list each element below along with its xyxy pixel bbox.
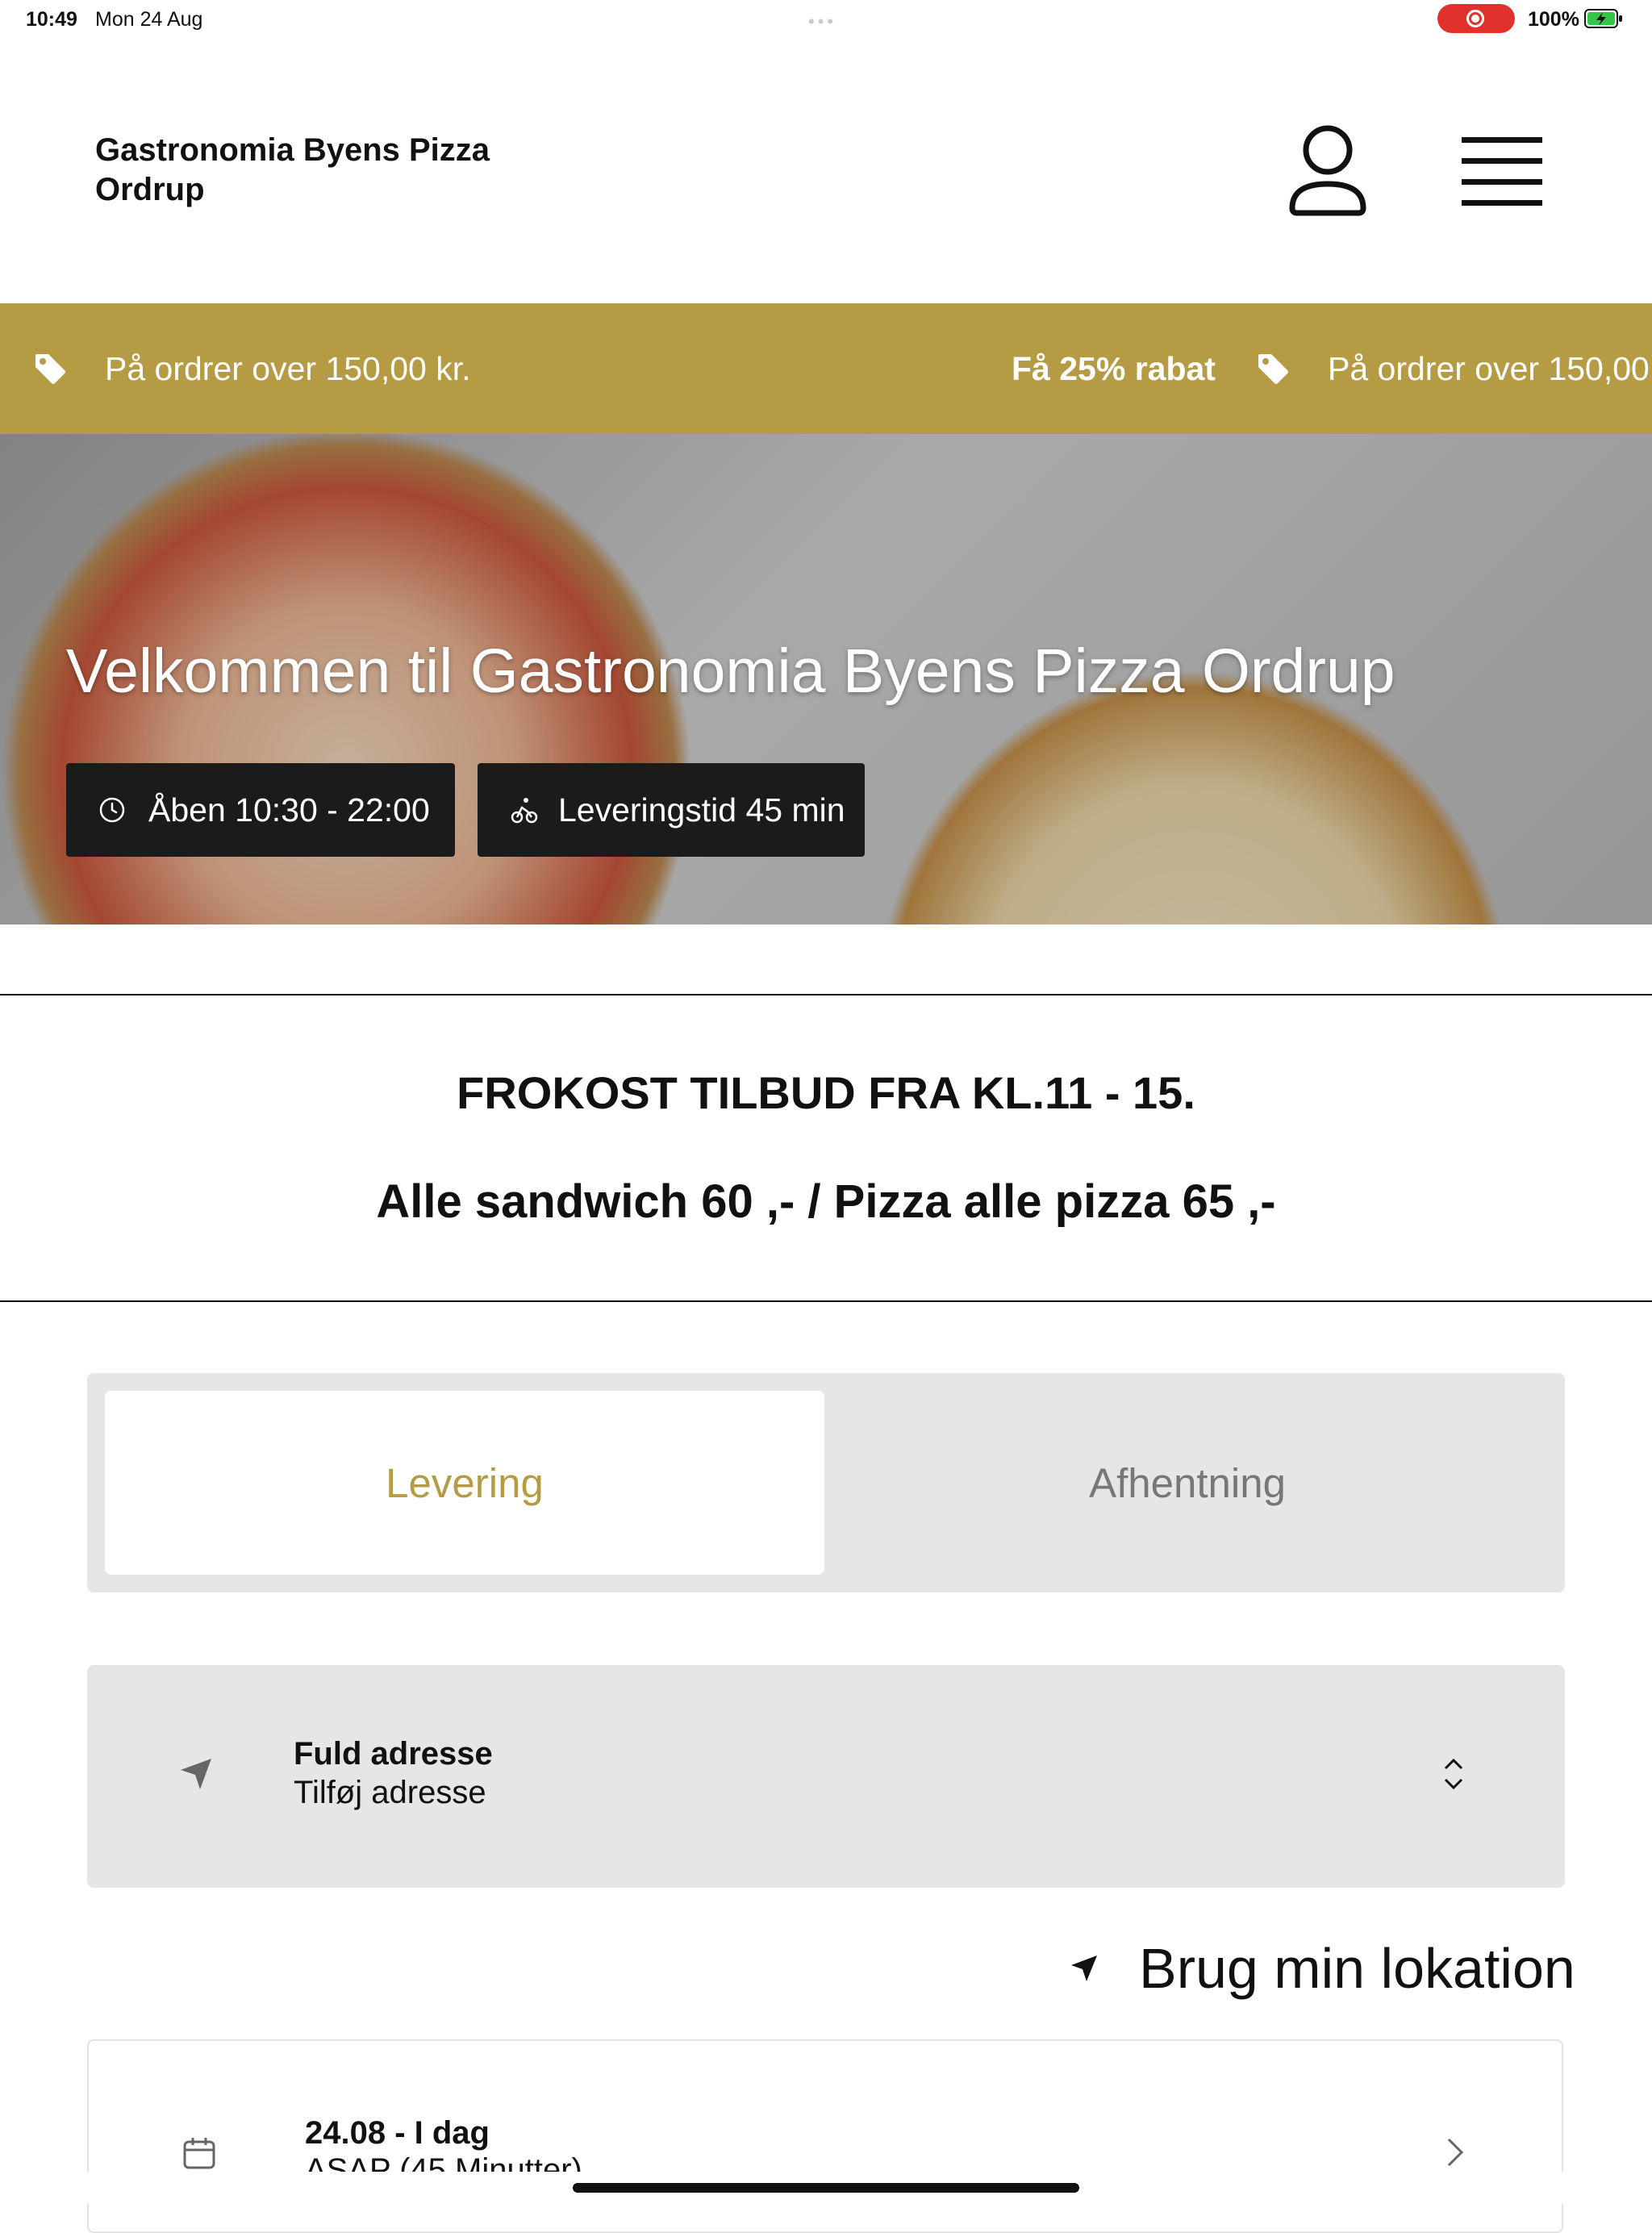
use-my-location-label: Brug min lokation <box>1139 1937 1575 2000</box>
promo-item: På ordrer over 150,00 kr. <box>1255 303 1652 434</box>
home-indicator[interactable] <box>573 2183 1079 2193</box>
battery-charging-icon <box>1584 9 1622 28</box>
hero-banner: Velkommen til Gastronomia Byens Pizza Or… <box>0 434 1652 925</box>
address-label: Fuld adresse <box>294 1736 493 1772</box>
tag-icon <box>1258 354 1288 384</box>
status-time: 10:49 <box>26 8 77 31</box>
order-type-toggle: Levering Afhentning <box>87 1373 1565 1592</box>
status-date: Mon 24 Aug <box>95 8 203 31</box>
address-field[interactable]: Fuld adresse Tilføj adresse <box>87 1665 1565 1888</box>
promo-highlight: Få 25% rabat <box>1012 349 1216 387</box>
address-placeholder: Tilføj adresse <box>294 1775 486 1810</box>
clock-icon <box>99 797 125 823</box>
selected-date: 24.08 - I dag <box>305 2115 490 2151</box>
tab-delivery[interactable]: Levering <box>105 1391 824 1575</box>
opening-hours-chip: Åben 10:30 - 22:00 <box>66 763 455 857</box>
lunch-offer-title: FROKOST TILBUD FRA KL.11 - 15. <box>457 1067 1195 1118</box>
restaurant-name[interactable]: Gastronomia Byens Pizza Ordrup <box>95 131 490 210</box>
chevron-up-down-icon <box>1444 1758 1463 1790</box>
promo-item: På ordrer over 150,00 kr. <box>32 303 471 434</box>
location-arrow-icon <box>1071 1955 1097 1981</box>
calendar-icon <box>183 2138 215 2169</box>
opening-hours-text: Åben 10:30 - 22:00 <box>148 791 430 829</box>
screen-recording-indicator[interactable] <box>1437 4 1515 33</box>
user-icon[interactable] <box>1286 124 1370 218</box>
promo-banner: På ordrer over 150,00 kr. Få 25% rabat P… <box>0 303 1652 434</box>
delivery-time-selector[interactable]: 24.08 - I dag ASAP (45 Minutter) <box>87 2039 1563 2233</box>
tag-icon <box>35 354 65 384</box>
restaurant-name-line2: Ordrup <box>95 172 205 207</box>
lunch-offer-prices: Alle sandwich 60 ,- / Pizza alle pizza 6… <box>376 1175 1276 1228</box>
divider <box>0 994 1652 995</box>
promo-text: På ordrer over 150,00 kr. <box>105 349 471 387</box>
delivery-time-chip: Leveringstid 45 min <box>478 763 865 857</box>
location-arrow-icon <box>181 1759 211 1789</box>
battery-percentage: 100% <box>1528 8 1579 31</box>
welcome-title: Velkommen til Gastronomia Byens Pizza Or… <box>66 637 1395 706</box>
menu-icon[interactable] <box>1462 136 1542 207</box>
tab-pickup[interactable]: Afhentning <box>828 1391 1547 1575</box>
chevron-right-icon <box>1447 2138 1464 2167</box>
delivery-time-text: Leveringstid 45 min <box>558 791 845 829</box>
divider <box>0 1300 1652 1302</box>
promo-text: På ordrer over 150,00 kr. <box>1328 349 1652 387</box>
bike-courier-icon <box>511 798 538 824</box>
multitasking-dots-icon[interactable]: ••• <box>808 11 836 32</box>
restaurant-name-line1: Gastronomia Byens Pizza <box>95 132 490 168</box>
use-my-location-button[interactable]: Brug min lokation <box>1070 1936 1575 2001</box>
